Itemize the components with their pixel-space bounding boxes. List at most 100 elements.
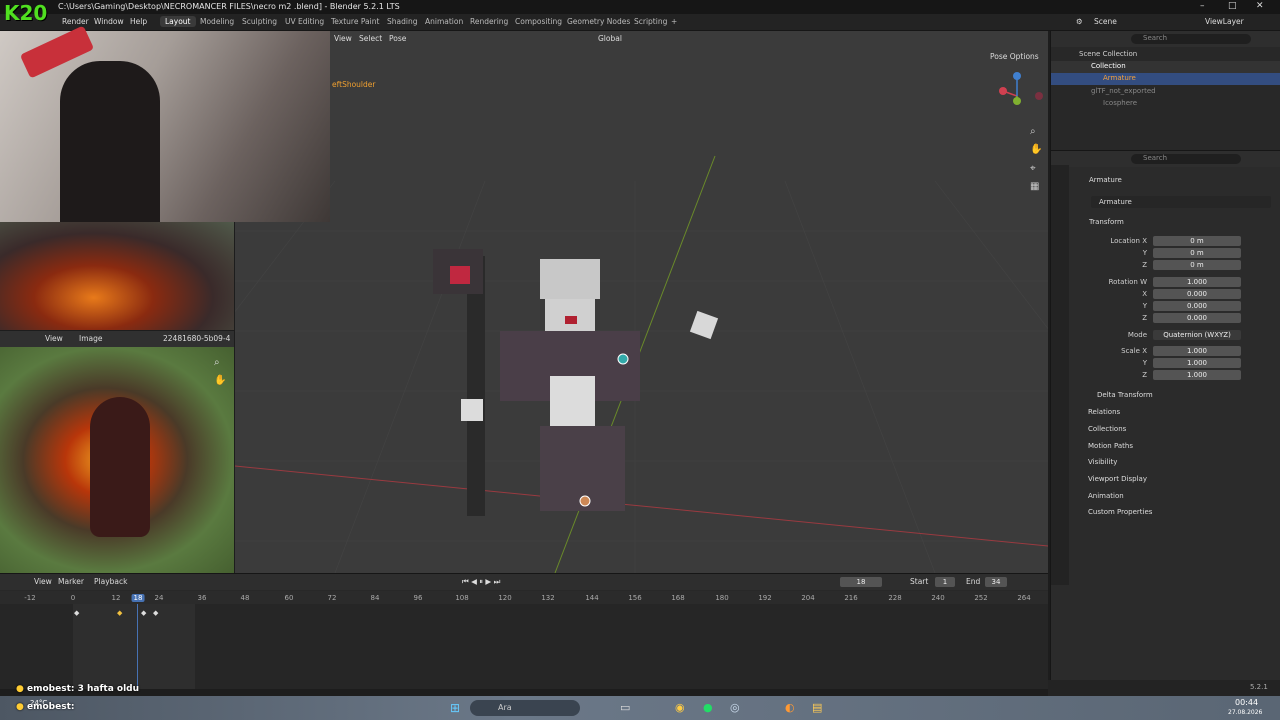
outliner-row-icosphere[interactable]: Icosphere [1051, 98, 1280, 110]
orientation-dropdown[interactable]: Global [598, 34, 622, 43]
outliner-row-collection[interactable]: Collection [1051, 61, 1280, 73]
tab-layout[interactable]: Layout [160, 16, 196, 27]
location-y-field[interactable]: 0 m [1153, 248, 1241, 258]
viewport-canvas[interactable] [235, 31, 1048, 573]
rotation-mode-dropdown[interactable]: Quaternion (WXYZ) [1153, 330, 1241, 340]
zoom-icon[interactable]: ⌕ [214, 357, 220, 368]
visibility-panel[interactable]: Visibility [1088, 458, 1117, 466]
relations-panel[interactable]: Relations [1088, 408, 1120, 416]
tab-texture-paint[interactable]: Texture Paint [326, 16, 384, 27]
location-y-label: Y [1142, 249, 1147, 257]
reference-image[interactable] [0, 347, 234, 573]
taskbar-search[interactable]: Ara [470, 700, 580, 716]
scale-x-field[interactable]: 1.000 [1153, 346, 1241, 356]
timeline-menu-playback[interactable]: Playback [94, 577, 127, 586]
folder-icon[interactable]: ▤ [812, 701, 822, 714]
necromancer-armature-model[interactable] [433, 249, 719, 516]
tab-sculpting[interactable]: Sculpting [237, 16, 282, 27]
custom-properties-panel[interactable]: Custom Properties [1088, 508, 1152, 516]
frame-ruler[interactable]: -12 0 12 18 24 36 48 60 72 84 96 108 120… [0, 591, 1048, 604]
scale-y-field[interactable]: 1.000 [1153, 358, 1241, 368]
outliner[interactable]: Search Scene Collection Collection Armat… [1050, 31, 1280, 150]
navigation-gizmo[interactable] [997, 71, 1043, 117]
zoom-icon[interactable]: ⌕ [1030, 126, 1036, 137]
perspective-grid-icon[interactable]: ▦ [1030, 181, 1039, 192]
chrome-icon[interactable]: ◉ [675, 701, 685, 714]
tick: 252 [974, 594, 988, 602]
tab-modeling[interactable]: Modeling [195, 16, 239, 27]
tab-geometry-nodes[interactable]: Geometry Nodes [562, 16, 635, 27]
timeline[interactable]: View Marker Playback ⏮ ◀ ⏸ ▶ ⏭ 18 Start … [0, 573, 1048, 689]
end-frame-field[interactable]: 34 [985, 577, 1007, 587]
menu-render[interactable]: Render [62, 17, 89, 26]
menu-window[interactable]: Window [94, 17, 124, 26]
timeline-menu-marker[interactable]: Marker [58, 577, 84, 586]
scene-selector[interactable]: Scene [1094, 17, 1117, 26]
delta-transform-panel[interactable]: Delta Transform [1097, 391, 1153, 399]
pan-hand-icon[interactable]: ✋ [214, 375, 226, 386]
viewport-display-panel[interactable]: Viewport Display [1088, 475, 1147, 483]
viewport-menu-select[interactable]: Select [359, 34, 382, 43]
tab-shading[interactable]: Shading [382, 16, 422, 27]
camera-view-icon[interactable]: ⌖ [1030, 163, 1036, 174]
windows-start-icon[interactable]: ⊞ [450, 701, 460, 715]
location-z-field[interactable]: 0 m [1153, 260, 1241, 270]
current-frame-field[interactable]: 18 [840, 577, 882, 587]
playhead-frame[interactable]: 18 [131, 594, 145, 602]
rotation-w-field[interactable]: 1.000 [1153, 277, 1241, 287]
tab-compositing[interactable]: Compositing [510, 16, 567, 27]
timeline-menu-view[interactable]: View [34, 577, 52, 586]
viewport-menu-view[interactable]: View [334, 34, 352, 43]
keyframe[interactable]: ◆ [117, 609, 122, 617]
motion-paths-panel[interactable]: Motion Paths [1088, 442, 1133, 450]
object-name-field[interactable]: Armature [1091, 196, 1271, 208]
viewport-menu-pose[interactable]: Pose [389, 34, 406, 43]
image-name-field[interactable]: 22481680-5b09-4 [163, 334, 230, 343]
properties-tabs[interactable] [1051, 165, 1069, 585]
maximize-button[interactable]: □ [1228, 1, 1237, 11]
view-layer-selector[interactable]: ViewLayer [1205, 17, 1244, 26]
blender-icon[interactable]: ◐ [785, 701, 795, 714]
clock-time[interactable]: 00:44 [1235, 698, 1258, 707]
tab-animation[interactable]: Animation [420, 16, 468, 27]
transform-panel-header[interactable]: Transform [1089, 218, 1124, 226]
playhead-line[interactable] [137, 604, 138, 689]
close-button[interactable]: ✕ [1256, 1, 1264, 11]
scale-z-field[interactable]: 1.000 [1153, 370, 1241, 380]
tab-rendering[interactable]: Rendering [465, 16, 513, 27]
keyframe[interactable]: ◆ [153, 609, 158, 617]
3d-viewport[interactable]: View Select Pose Global Pose Options eft… [235, 31, 1048, 573]
collections-panel[interactable]: Collections [1088, 425, 1126, 433]
file-explorer-icon[interactable]: ▭ [620, 701, 630, 714]
playback-controls[interactable]: ⏮ ◀ ⏸ ▶ ⏭ [462, 577, 500, 587]
outliner-row-armature[interactable]: Armature [1051, 73, 1280, 85]
steam-icon[interactable]: ◎ [730, 701, 740, 714]
tab-uv-editing[interactable]: UV Editing [280, 16, 329, 27]
outliner-row-scene-collection[interactable]: Scene Collection [1051, 49, 1280, 61]
keyframe[interactable]: ◆ [141, 609, 146, 617]
rotation-y-field[interactable]: 0.000 [1153, 301, 1241, 311]
pose-options-button[interactable]: Pose Options [990, 52, 1039, 61]
rotation-z-field[interactable]: 0.000 [1153, 313, 1241, 323]
pan-hand-icon[interactable]: ✋ [1030, 144, 1042, 155]
spotify-icon[interactable]: ● [703, 701, 713, 714]
add-workspace-button[interactable]: + [666, 16, 682, 27]
image-editor[interactable]: View Image 22481680-5b09-4 ⌕ ✋ [0, 331, 234, 573]
outliner-search-input[interactable]: Search [1131, 34, 1251, 44]
rotation-x-field[interactable]: 0.000 [1153, 289, 1241, 299]
properties-search-input[interactable]: Search [1131, 154, 1241, 164]
image-menu-view[interactable]: View [45, 334, 63, 343]
menu-help[interactable]: Help [130, 17, 147, 26]
rotation-y-label: Y [1142, 302, 1147, 310]
keyframe-area[interactable]: ◆ ◆ ◆ ◆ [0, 604, 1048, 689]
outliner-row-gltf[interactable]: glTF_not_exported [1051, 86, 1280, 98]
image-menu-image[interactable]: Image [79, 334, 103, 343]
keyframe[interactable]: ◆ [74, 609, 79, 617]
properties-editor[interactable]: Search Armature Armature Transform Locat… [1050, 150, 1280, 688]
clock-date[interactable]: 27.08.2026 [1228, 709, 1262, 716]
minimize-button[interactable]: – [1200, 1, 1205, 11]
start-frame-field[interactable]: 1 [935, 577, 955, 587]
location-x-field[interactable]: 0 m [1153, 236, 1241, 246]
animation-panel[interactable]: Animation [1088, 492, 1124, 500]
tick: 24 [154, 594, 164, 602]
